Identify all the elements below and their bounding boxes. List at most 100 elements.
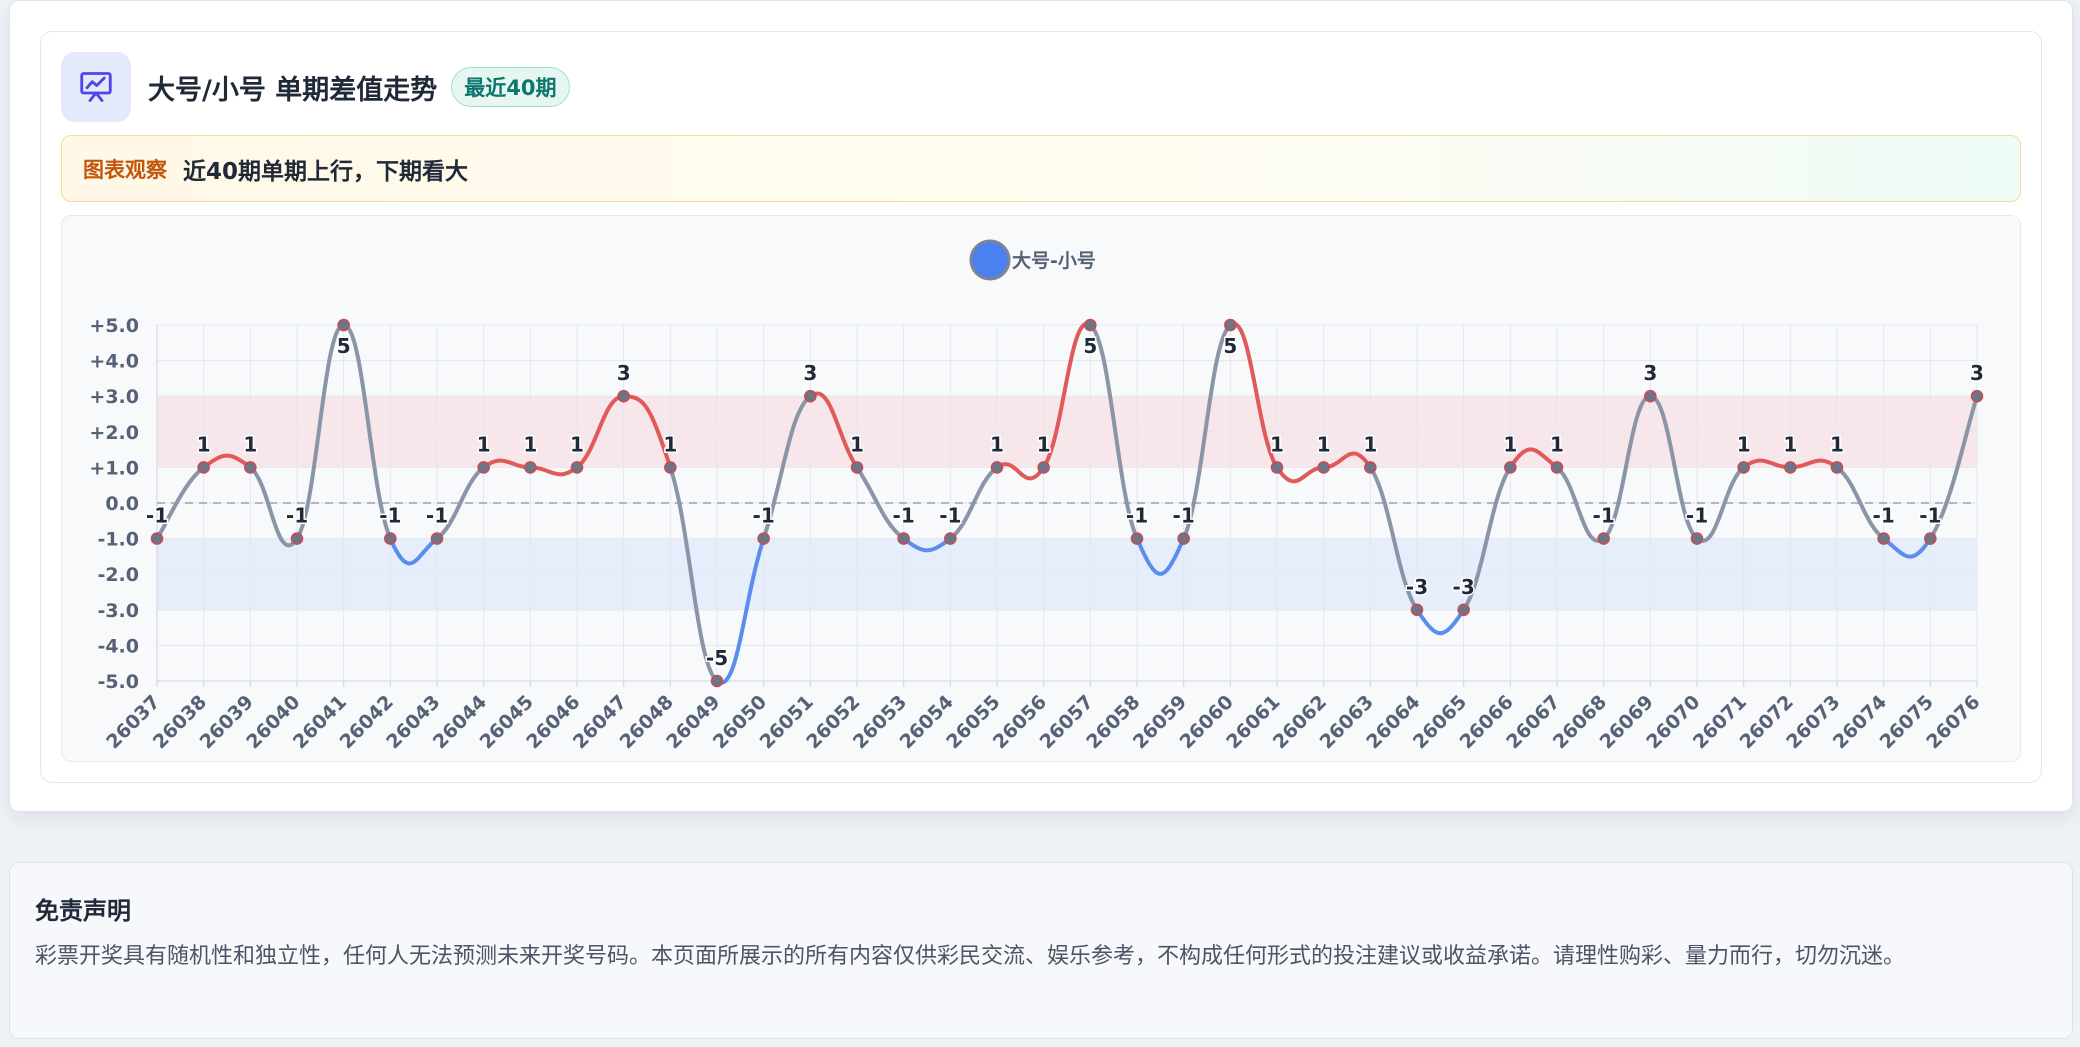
data-label: 5 [1223,334,1237,358]
data-point [1830,461,1844,474]
panel-header: 大号/小号 单期差值走势 最近40期 [61,52,570,122]
observation-label: 图表观察 [83,157,167,182]
data-label: 1 [850,432,864,456]
data-label: -3 [1453,575,1475,599]
observation-text: 近40期单期上行，下期看大 [183,158,469,185]
trend-card: 大号/小号 单期差值走势 最近40期 图表观察 近40期单期上行，下期看大 +5… [40,31,2042,783]
y-tick-label: +2.0 [89,422,139,444]
series-segment [1415,607,1466,636]
data-point [244,461,257,474]
y-tick-label: +1.0 [89,457,139,479]
data-label: 5 [337,334,351,358]
y-tick-label: +3.0 [89,386,139,408]
data-label: 3 [617,361,631,385]
disclaimer-panel: 免责声明 彩票开奖具有随机性和独立性，任何人无法预测未来开奖号码。本页面所展示的… [9,862,2073,1039]
data-point [1877,532,1890,545]
data-label: -1 [753,504,775,528]
y-tick-label: +4.0 [89,351,139,373]
data-label: -1 [893,504,915,528]
y-tick-label: -1.0 [97,529,139,551]
data-point [1270,461,1284,474]
data-point [850,461,864,474]
data-point [477,461,490,474]
data-label: 1 [1783,432,1797,456]
legend-label: 大号-小号 [1012,249,1096,272]
data-point [1317,461,1330,474]
data-label: 1 [1503,432,1517,456]
data-label: 1 [1037,432,1051,456]
legend-marker [969,239,1011,281]
series-segment [1275,465,1326,484]
data-point [1690,532,1704,545]
data-point [664,461,677,474]
data-label: 1 [1550,432,1564,456]
data-label: -1 [939,504,961,528]
data-point [1037,461,1050,474]
presentation-chart-icon [61,52,131,122]
data-point [1970,389,1984,403]
difference-line-chart: +5.0 +4.0 +3.0 +2.0 +1.0 0.0 -1.0 -2.0 -3.0 -4.0 -… [89,239,1985,753]
data-point [757,532,770,545]
data-point [1224,318,1237,332]
data-point [197,461,210,474]
disclaimer-text: 彩票开奖具有随机性和独立性，任何人无法预测未来开奖号码。本页面所展示的所有内容仅… [35,944,1906,969]
data-label: 1 [570,432,584,456]
data-point [1364,461,1377,474]
data-point [524,461,537,474]
data-point [1177,532,1190,545]
data-label: -5 [706,646,728,670]
data-label: 1 [1317,432,1331,456]
data-label: -1 [426,504,448,528]
data-point [337,318,350,332]
data-label: 1 [990,432,1004,456]
data-label: -1 [146,504,168,528]
data-label: -1 [1126,504,1148,528]
data-label: 3 [803,361,817,385]
data-point [1784,461,1797,474]
data-point [1084,318,1097,332]
data-point [1597,532,1610,545]
data-label: 1 [1363,432,1377,456]
data-label: -1 [1919,504,1941,528]
y-tick-label: -2.0 [97,564,139,586]
data-label: 5 [1083,334,1097,358]
y-tick-label: -5.0 [97,671,139,693]
period-badge: 最近40期 [451,67,570,107]
data-label: -1 [1873,504,1895,528]
data-point [804,389,817,403]
data-point [617,389,630,403]
data-label: 1 [1830,432,1844,456]
data-point [944,532,957,545]
data-point [1457,603,1470,617]
data-point [1550,461,1564,474]
data-label: 1 [477,432,491,456]
y-tick-label: -3.0 [97,600,139,622]
data-label: 1 [1737,432,1751,456]
y-tick-label: -4.0 [97,635,139,657]
data-label: 1 [1270,432,1284,456]
data-label: 1 [197,432,211,456]
data-point [897,532,910,545]
data-label: -1 [286,504,308,528]
data-point [1130,532,1144,545]
data-label: 3 [1643,361,1657,385]
page-title: 大号/小号 单期差值走势 [148,74,438,106]
data-point [290,532,304,545]
data-label: 1 [523,432,537,456]
data-point [990,461,1004,474]
data-point [1924,532,1937,545]
data-point [430,532,444,545]
data-point [150,532,164,545]
data-label: -1 [1686,504,1708,528]
data-label: 1 [243,432,257,456]
chart-observation: 图表观察 近40期单期上行，下期看大 [61,135,2021,202]
data-point [710,674,724,688]
data-label: -1 [1173,504,1195,528]
series-segment [528,465,579,477]
y-tick-label: 0.0 [105,493,139,515]
data-point [1644,389,1657,403]
data-label: 3 [1970,361,1984,385]
trend-panel: 大号/小号 单期差值走势 最近40期 图表观察 近40期单期上行，下期看大 +5… [9,0,2073,812]
disclaimer-title: 免责声明 [35,897,131,925]
data-label: 1 [663,432,677,456]
